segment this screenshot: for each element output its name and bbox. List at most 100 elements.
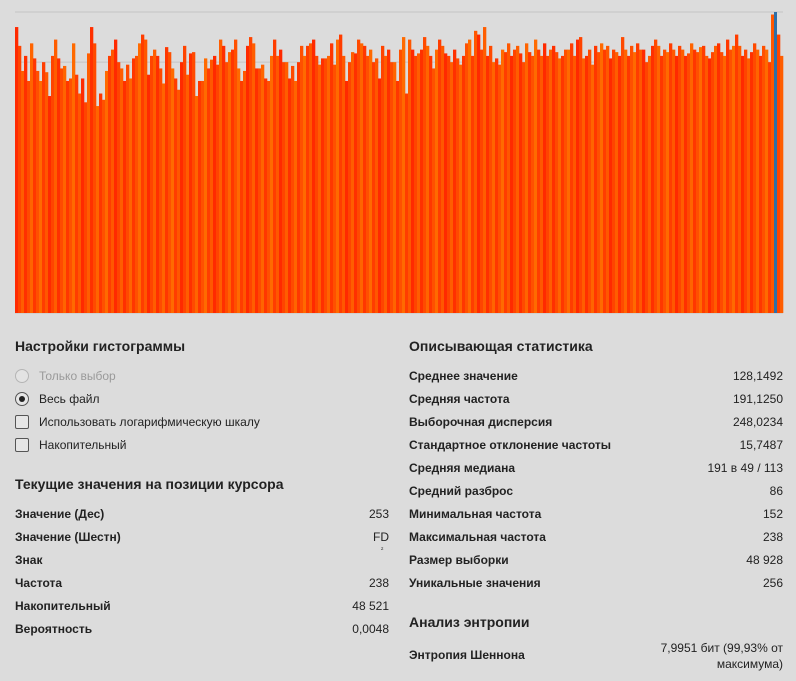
histogram-bar bbox=[48, 96, 52, 313]
histogram-bar bbox=[240, 80, 244, 314]
histogram-bar bbox=[579, 37, 583, 313]
histogram-bar bbox=[666, 52, 670, 314]
histogram-bar bbox=[678, 45, 682, 314]
row-value: FD bbox=[373, 530, 389, 544]
histogram-bar bbox=[483, 27, 487, 314]
histogram-bar bbox=[342, 55, 346, 313]
histogram-bar bbox=[630, 45, 634, 314]
histogram-bar bbox=[711, 52, 715, 314]
histogram-bar bbox=[333, 64, 337, 313]
histogram-bar bbox=[30, 43, 34, 314]
option-label: Весь файл bbox=[39, 392, 100, 406]
histogram-bar bbox=[426, 45, 430, 314]
histogram-bar bbox=[123, 80, 127, 314]
row-value: 238 bbox=[762, 530, 783, 544]
histogram-bar bbox=[762, 45, 766, 314]
histogram-bar bbox=[168, 52, 172, 314]
histogram-bar bbox=[141, 34, 145, 313]
histogram-bar bbox=[627, 55, 631, 313]
cursor-row-frequency: Частота 238 bbox=[15, 574, 389, 592]
row-value: 0,0048 bbox=[352, 622, 389, 636]
histogram-bar bbox=[720, 52, 724, 314]
row-value: 191 в 49 / 113 bbox=[707, 461, 783, 475]
histogram-bar bbox=[354, 53, 358, 313]
option-selection-only[interactable]: Только выбор bbox=[15, 367, 116, 385]
histogram-bar bbox=[474, 30, 478, 313]
histogram-bar bbox=[366, 55, 370, 313]
histogram-bar bbox=[504, 52, 508, 314]
histogram-bar bbox=[63, 65, 67, 313]
histogram-bar bbox=[417, 53, 421, 313]
histogram-bar bbox=[87, 53, 91, 313]
stat-row: Стандартное отклонение частоты 15,7487 bbox=[409, 436, 783, 454]
histogram-bar bbox=[726, 39, 730, 313]
histogram-bar bbox=[318, 64, 322, 313]
entropy-title: Анализ энтропии bbox=[409, 614, 530, 630]
histogram-bar bbox=[603, 49, 607, 313]
row-label: Средняя медиана bbox=[409, 461, 516, 475]
histogram-bar bbox=[297, 62, 301, 313]
histogram-bar bbox=[303, 55, 307, 313]
histogram-bar bbox=[735, 34, 739, 313]
option-log-scale[interactable]: Использовать логарифмическую шкалу bbox=[15, 413, 260, 431]
histogram-bar bbox=[99, 93, 103, 313]
histogram-bar bbox=[414, 55, 418, 313]
histogram-bar bbox=[756, 49, 760, 313]
histogram-bar bbox=[495, 58, 499, 313]
option-cumulative[interactable]: Накопительный bbox=[15, 436, 126, 454]
histogram-bar bbox=[66, 80, 70, 314]
histogram-bar bbox=[291, 65, 295, 313]
option-whole-file[interactable]: Весь файл bbox=[15, 390, 100, 408]
radio-icon[interactable] bbox=[15, 369, 29, 383]
histogram-bar bbox=[375, 58, 379, 313]
histogram-bar bbox=[624, 49, 628, 313]
histogram-bar bbox=[405, 93, 409, 313]
histogram-bar bbox=[222, 45, 226, 314]
histogram-bar bbox=[393, 62, 397, 313]
radio-checked-icon[interactable] bbox=[15, 392, 29, 406]
histogram-bar bbox=[351, 52, 355, 314]
histogram-bar bbox=[288, 78, 292, 314]
histogram-bar bbox=[657, 45, 661, 314]
histogram-bar bbox=[765, 49, 769, 313]
histogram-bar bbox=[729, 49, 733, 313]
entropy-value: 7,9951 бит (99,93% от максимума) bbox=[660, 641, 783, 671]
histogram-bar bbox=[702, 45, 706, 314]
checkbox-icon[interactable] bbox=[15, 438, 29, 452]
histogram-bar bbox=[516, 45, 520, 314]
histogram-bar bbox=[423, 37, 427, 313]
row-label: Частота bbox=[15, 576, 63, 590]
histogram-chart[interactable] bbox=[0, 0, 796, 318]
histogram-bar bbox=[459, 64, 463, 313]
histogram-bar bbox=[15, 27, 19, 314]
stat-row: Минимальная частота 152 bbox=[409, 505, 783, 523]
cursor-row-cumulative: Накопительный 48 521 bbox=[15, 597, 389, 615]
histogram-bar bbox=[642, 49, 646, 313]
cursor-marker bbox=[774, 12, 777, 313]
histogram-bar bbox=[759, 55, 763, 313]
checkbox-icon[interactable] bbox=[15, 415, 29, 429]
histogram-bar bbox=[663, 49, 667, 313]
histogram-bar bbox=[369, 49, 373, 313]
histogram-bar bbox=[396, 80, 400, 314]
row-label: Уникальные значения bbox=[409, 576, 541, 590]
histogram-bar bbox=[255, 68, 259, 313]
histogram-bar bbox=[420, 49, 424, 313]
histogram-bar bbox=[324, 58, 328, 313]
histogram-bar bbox=[534, 39, 538, 313]
histogram-bar bbox=[147, 74, 151, 313]
histogram-bar bbox=[609, 58, 613, 313]
row-label: Выборочная дисперсия bbox=[409, 415, 553, 429]
histogram-bar bbox=[114, 39, 118, 313]
histogram-bar bbox=[273, 39, 277, 313]
histogram-bar bbox=[705, 55, 709, 313]
histogram-bar bbox=[330, 43, 334, 314]
option-label: Накопительный bbox=[39, 438, 127, 452]
histogram-bar bbox=[546, 55, 550, 313]
histogram-bar bbox=[699, 47, 703, 313]
histogram-bar bbox=[612, 49, 616, 313]
histogram-bar bbox=[522, 62, 526, 313]
histogram-bar bbox=[33, 58, 37, 313]
histogram-bar bbox=[165, 47, 169, 313]
histogram-bar bbox=[597, 52, 601, 314]
